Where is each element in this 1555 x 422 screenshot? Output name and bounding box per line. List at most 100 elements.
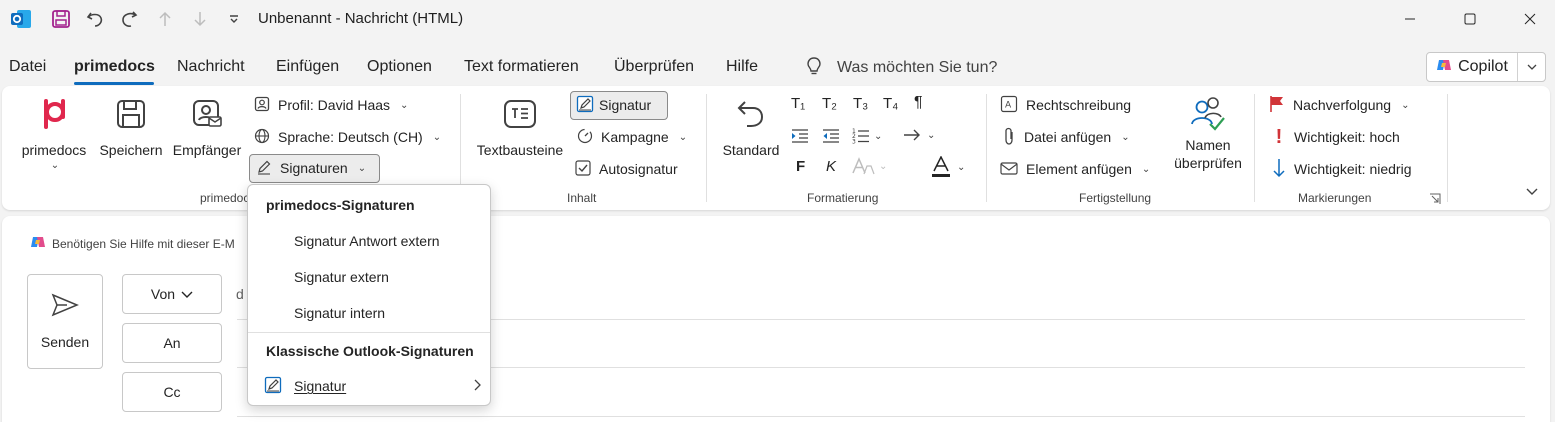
chevron-down-icon: ⌄ (357, 162, 367, 174)
klassische-signatur-label: Signatur (294, 378, 347, 394)
arrow-down-blue-icon (1272, 158, 1286, 181)
collapse-ribbon-icon[interactable] (1525, 185, 1539, 202)
close-button[interactable] (1507, 4, 1553, 34)
empfaenger-button[interactable]: Empfänger (168, 94, 246, 158)
copilot-button[interactable]: Copilot (1426, 52, 1546, 82)
arrow-down-icon[interactable] (187, 6, 213, 32)
menu-item-signatur-intern[interactable]: Signatur intern (294, 305, 385, 321)
datei-anfuegen-dropdown[interactable]: Datei anfügen ⌄ (1002, 125, 1130, 149)
wichtigkeit-niedrig-button[interactable]: Wichtigkeit: niedrig (1272, 157, 1412, 181)
heading-4-icon[interactable]: T₄ (883, 95, 898, 112)
globe-icon (254, 128, 270, 147)
chevron-right-icon (472, 378, 482, 394)
arrow-right-icon[interactable]: ⌄ (903, 127, 935, 143)
text-block-icon (503, 94, 537, 134)
an-button[interactable]: An (122, 323, 222, 363)
group-label-inhalt: Inhalt (567, 191, 597, 205)
copilot-dropdown[interactable] (1518, 59, 1545, 75)
maximize-button[interactable] (1447, 4, 1493, 34)
von-button[interactable]: Von (122, 274, 222, 314)
redo-icon[interactable] (116, 6, 142, 32)
textbausteine-button[interactable]: Textbausteine (472, 94, 568, 158)
signaturen-menu: primedocs-Signaturen Signatur Antwort ex… (247, 184, 491, 406)
tell-me-search[interactable]: Was möchten Sie tun? (805, 55, 997, 81)
copilot-icon (1436, 57, 1452, 78)
minimize-button[interactable] (1387, 4, 1433, 34)
element-anfuegen-label: Element anfügen (1026, 161, 1132, 177)
menu-item-klassische-signatur[interactable]: Signatur (264, 375, 484, 397)
namen-ueberpruefen-button[interactable]: Namen überprüfen (1166, 94, 1250, 172)
dialog-launcher-icon[interactable] (1429, 192, 1441, 208)
cc-button[interactable]: Cc (122, 372, 222, 412)
tab-ueberpruefen[interactable]: Überprüfen (614, 58, 694, 76)
heading-1-icon[interactable]: T₁ (791, 95, 805, 112)
tab-datei[interactable]: Datei (9, 58, 46, 76)
copilot-help-prompt[interactable]: Benötigen Sie Hilfe mit dieser E-M (30, 234, 235, 253)
heading-3-icon[interactable]: T₃ (853, 95, 868, 112)
speichern-button[interactable]: Speichern (96, 94, 166, 158)
tab-primedocs[interactable]: primedocs (74, 58, 155, 76)
ribbon-tabs: Datei primedocs Nachricht Einfügen Optio… (0, 50, 1555, 86)
highlight-color-icon[interactable]: ⌄ (851, 156, 887, 176)
svg-text:A: A (1005, 100, 1012, 110)
kampagne-dropdown[interactable]: Kampagne ⌄ (577, 125, 687, 149)
menu-item-signatur-extern[interactable]: Signatur extern (294, 269, 389, 285)
customize-toolbar-icon[interactable] (221, 6, 247, 32)
tab-optionen[interactable]: Optionen (367, 58, 432, 76)
empfaenger-label: Empfänger (172, 142, 242, 158)
field-divider (237, 416, 1525, 417)
tab-hilfe[interactable]: Hilfe (726, 58, 758, 76)
rechtschreibung-label: Rechtschreibung (1026, 97, 1132, 113)
profil-dropdown[interactable]: Profil: David Haas ⌄ (254, 93, 408, 117)
numbered-list-icon[interactable]: 123 ⌄ (852, 127, 882, 145)
pilcrow-icon[interactable]: ¶ (914, 94, 923, 112)
copilot-label: Copilot (1458, 58, 1508, 75)
title-bar: Unbenannt - Nachricht (HTML) (0, 0, 1555, 38)
standard-button[interactable]: Standard (716, 94, 786, 158)
kampagne-label: Kampagne (601, 129, 669, 145)
save-icon[interactable] (48, 6, 74, 32)
active-tab-indicator (74, 82, 154, 85)
svg-text:3: 3 (852, 139, 856, 146)
sprache-dropdown[interactable]: Sprache: Deutsch (CH) ⌄ (254, 125, 441, 149)
arrow-up-icon[interactable] (152, 6, 178, 32)
chevron-down-icon: ⌄ (927, 129, 936, 141)
primedocs-label: primedocs (21, 142, 87, 158)
undo-icon[interactable] (82, 6, 108, 32)
menu-item-signatur-antwort-extern[interactable]: Signatur Antwort extern (294, 233, 440, 249)
autosignatur-checkbox[interactable]: Autosignatur (575, 157, 678, 181)
element-anfuegen-dropdown[interactable]: Element anfügen ⌄ (1000, 157, 1150, 181)
spellcheck-icon: A (1000, 95, 1018, 116)
group-label-formatierung: Formatierung (807, 191, 879, 205)
copilot-main[interactable]: Copilot (1427, 53, 1517, 81)
tab-einfuegen[interactable]: Einfügen (276, 58, 339, 76)
chevron-down-icon: ⌄ (879, 160, 888, 172)
from-value: d (236, 286, 244, 302)
font-color-icon[interactable]: ⌄ (931, 156, 965, 178)
copilot-icon (30, 234, 46, 253)
signaturen-dropdown[interactable]: Signaturen ⌄ (256, 156, 366, 180)
chevron-down-icon: ⌄ (1121, 131, 1130, 143)
bold-icon[interactable]: F (796, 158, 805, 175)
signatur-toggle-button[interactable]: Signatur (576, 93, 651, 117)
heading-2-icon[interactable]: T₂ (822, 95, 837, 112)
tab-text-formatieren[interactable]: Text formatieren (464, 58, 579, 76)
an-label: An (163, 335, 181, 351)
lightbulb-icon (805, 56, 823, 81)
textbausteine-label: Textbausteine (476, 142, 564, 158)
wichtigkeit-hoch-button[interactable]: ! Wichtigkeit: hoch (1272, 125, 1400, 149)
send-button[interactable]: Senden (27, 274, 103, 369)
speichern-label: Speichern (99, 142, 163, 158)
group-separator (1447, 94, 1448, 202)
nachverfolgung-dropdown[interactable]: Nachverfolgung ⌄ (1269, 93, 1409, 117)
increase-indent-icon[interactable] (791, 128, 809, 144)
decrease-indent-icon[interactable] (822, 128, 840, 144)
send-icon (51, 293, 79, 320)
rechtschreibung-button[interactable]: A Rechtschreibung (1000, 93, 1131, 117)
datei-anfuegen-label: Datei anfügen (1024, 129, 1112, 145)
primedocs-button[interactable]: primedocs ⌄ (16, 94, 92, 171)
paperclip-icon (1002, 127, 1016, 148)
tab-nachricht[interactable]: Nachricht (177, 58, 245, 76)
person-card-icon (254, 96, 270, 115)
italic-icon[interactable]: K (826, 158, 836, 175)
